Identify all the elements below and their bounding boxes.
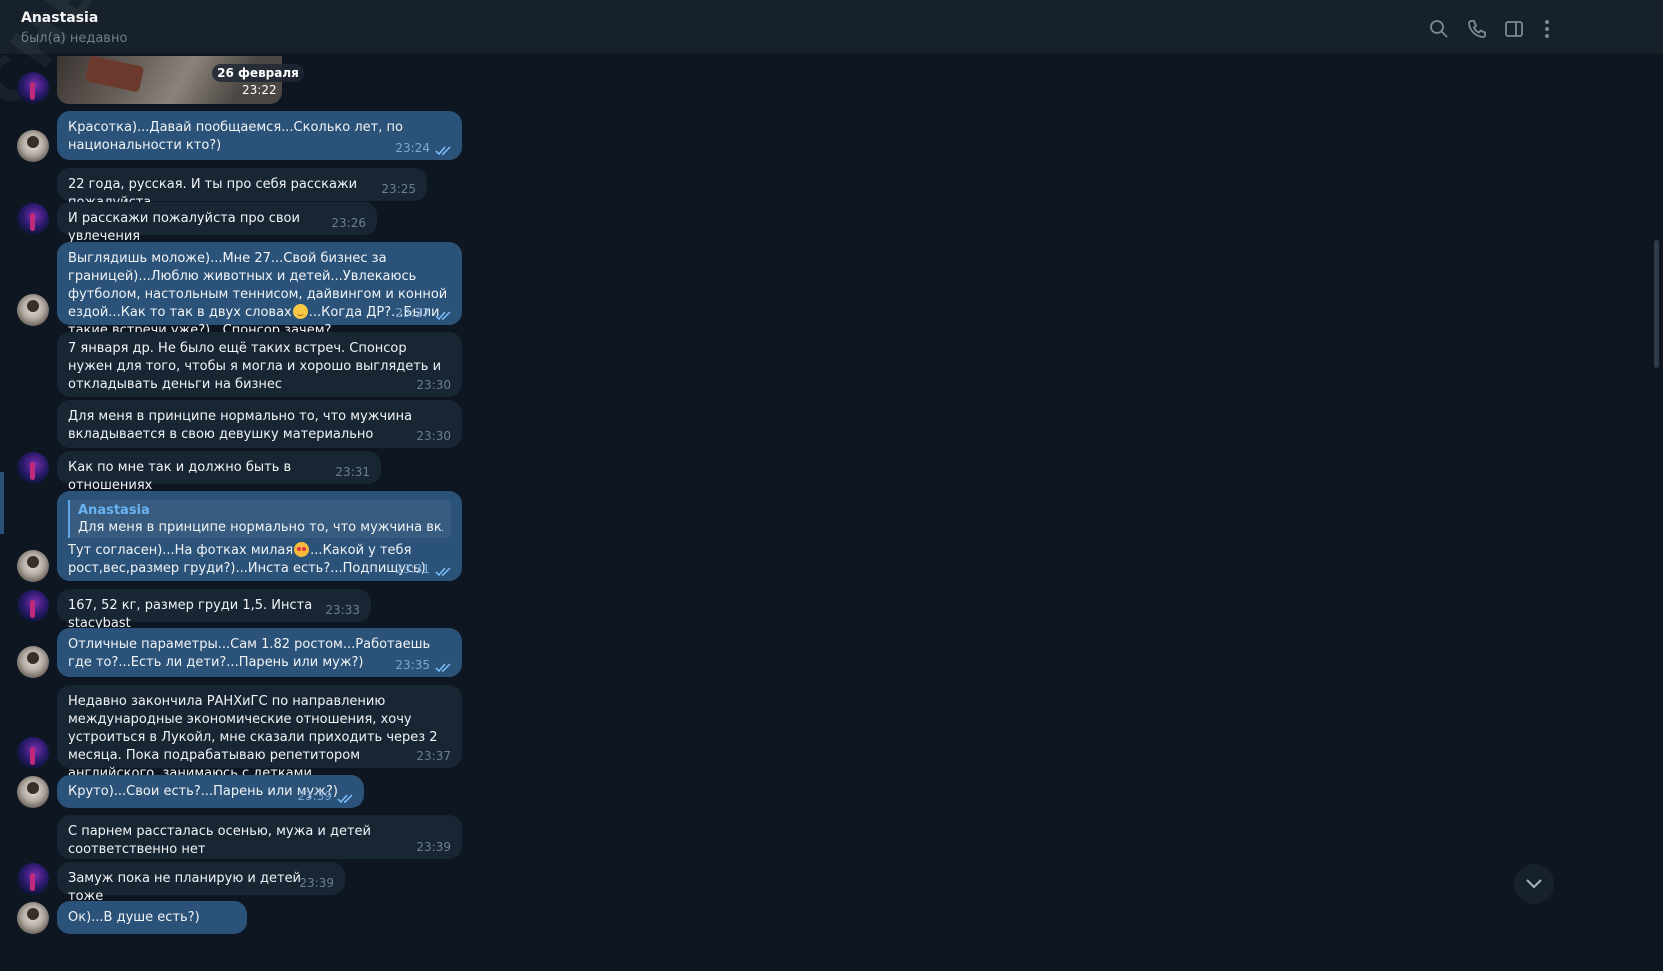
message-text: Ок)...В душе есть?) [68, 910, 200, 925]
message-outgoing[interactable]: Выглядишь моложе)...Мне 27...Свой бизнес… [57, 242, 462, 338]
message-incoming[interactable]: Как по мне так и должно быть в отношения… [57, 451, 381, 493]
reply-quote[interactable]: Anastasia Для меня в принципе нормально … [68, 500, 451, 538]
message-text: 7 января др. Не было ещё таких встреч. С… [68, 341, 442, 392]
message-incoming[interactable]: 167, 52 кг, размер груди 1,5. Инста stac… [57, 589, 371, 631]
search-icon[interactable] [1428, 18, 1450, 40]
chevron-down-icon [1526, 879, 1542, 889]
chat-header: Anastasia был(а) недавно [0, 0, 1663, 55]
message-time: 23:27 [395, 306, 430, 320]
message-incoming[interactable]: 22 года, русская. И ты про себя расскажи… [57, 168, 427, 210]
avatar-self[interactable] [17, 550, 49, 582]
message-time: 23:31 [335, 465, 370, 479]
date-separator: 26 февраля [212, 64, 304, 82]
message-time: 23:39 [299, 876, 334, 890]
message-text: С парнем рассталась осенью, мужа и детей… [68, 824, 371, 857]
message-time: 23:24 [395, 141, 430, 155]
sidebar-toggle-icon[interactable] [1503, 18, 1525, 40]
smile-emoji-icon [292, 304, 308, 319]
double-check-icon [435, 661, 453, 673]
message-outgoing-reply[interactable]: Anastasia Для меня в принципе нормально … [57, 491, 462, 581]
avatar-contact[interactable] [17, 203, 49, 235]
avatar-self[interactable] [17, 294, 49, 326]
message-incoming[interactable]: Замуж пока не планирую и детей тоже 23:3… [57, 862, 345, 904]
contact-name[interactable]: Anastasia [21, 10, 98, 26]
message-incoming[interactable]: Недавно закончила РАНХиГС по направлению… [57, 685, 462, 781]
message-text: Красотка)...Давай пообщаемся...Сколько л… [68, 120, 403, 153]
message-text: Недавно закончила РАНХиГС по направлению… [68, 694, 438, 781]
message-outgoing[interactable]: Отличные параметры...Сам 1.82 ростом...Р… [57, 628, 462, 677]
message-text: Для меня в принципе нормально то, что му… [68, 409, 413, 442]
message-outgoing[interactable]: Красотка)...Давай пообщаемся...Сколько л… [57, 111, 462, 160]
message-time: 23:30 [416, 378, 451, 392]
message-outgoing[interactable]: Ок)...В душе есть?) [57, 901, 247, 934]
message-incoming[interactable]: С парнем рассталась осенью, мужа и детей… [57, 815, 462, 859]
message-time: 23:39 [416, 840, 451, 854]
message-text-part: Тут согласен)...На фотках милая [68, 543, 294, 558]
heart-eyes-emoji-icon [294, 542, 310, 557]
message-time: 23:35 [395, 658, 430, 672]
reply-author: Anastasia [78, 503, 150, 518]
avatar-contact[interactable] [17, 452, 49, 484]
avatar-contact[interactable] [17, 737, 49, 769]
message-time: 23:26 [331, 216, 366, 230]
message-time: 23:25 [381, 182, 416, 196]
message-text: Отличные параметры...Сам 1.82 ростом...Р… [68, 637, 431, 670]
reply-text: Для меня в принципе нормально то, что му… [78, 520, 443, 535]
message-time: 23:37 [416, 749, 451, 763]
message-time: 23:30 [416, 429, 451, 443]
message-outgoing[interactable]: Круто)...Свои есть?...Парень или муж?) 2… [57, 775, 364, 808]
message-time: 23:39 [297, 789, 332, 803]
contact-status: был(а) недавно [21, 31, 128, 46]
avatar-self[interactable] [17, 646, 49, 678]
avatar-self[interactable] [17, 130, 49, 162]
scroll-down-button[interactable] [1514, 864, 1554, 904]
double-check-icon [435, 565, 453, 577]
avatar-self[interactable] [17, 902, 49, 934]
avatar-contact[interactable] [17, 863, 49, 895]
scrollbar-thumb[interactable] [1654, 240, 1659, 368]
message-time: 23:33 [325, 603, 360, 617]
more-vert-icon[interactable] [1536, 18, 1558, 40]
double-check-icon [337, 792, 355, 804]
phone-icon[interactable] [1466, 18, 1488, 40]
double-check-icon [435, 309, 453, 321]
message-incoming[interactable]: Для меня в принципе нормально то, что му… [57, 400, 462, 448]
message-time: 23:31 [395, 562, 430, 576]
avatar-contact[interactable] [17, 72, 49, 104]
message-incoming[interactable]: И расскажи пожалуйста про свои увлечения… [57, 202, 377, 244]
message-time: 23:22 [242, 83, 277, 97]
avatar-contact[interactable] [17, 590, 49, 622]
message-incoming[interactable]: 7 января др. Не было ещё таких встреч. С… [57, 332, 462, 397]
double-check-icon [435, 144, 453, 156]
avatar-self[interactable] [17, 776, 49, 808]
